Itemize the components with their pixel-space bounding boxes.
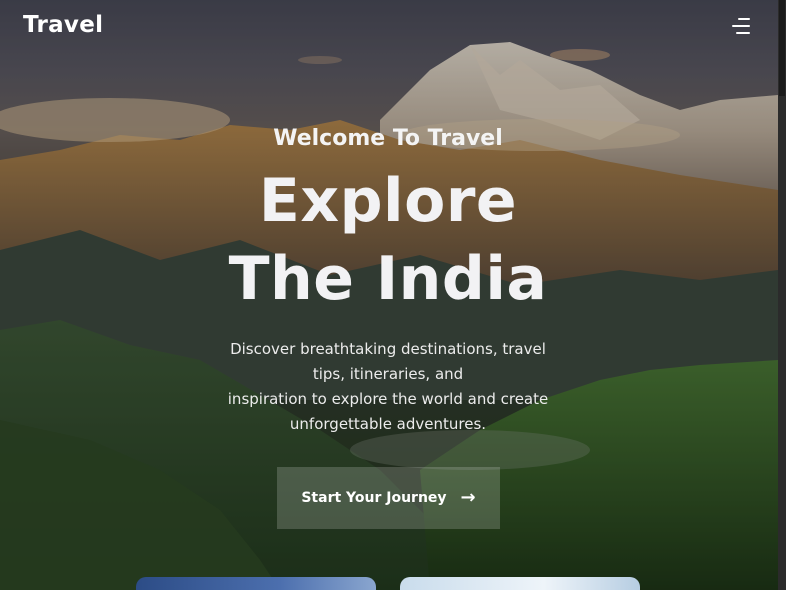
destination-card-preview[interactable] (400, 577, 640, 590)
scrollbar-thumb[interactable] (779, 0, 785, 96)
hero-description-line: tips, itineraries, and (312, 365, 464, 383)
start-journey-button[interactable]: Start Your Journey → (277, 467, 500, 529)
hero-description-line: inspiration to explore the world and cre… (227, 390, 549, 408)
menu-line-middle (732, 25, 750, 27)
start-journey-label: Start Your Journey (301, 490, 447, 506)
hero-welcome-text: Welcome To Travel (273, 126, 503, 151)
hero-headline-line-2: The India (228, 244, 548, 314)
menu-line-bottom (736, 32, 750, 34)
hero-headline-line-1: Explore (258, 166, 518, 236)
hero-description-line: Discover breathtaking destinations, trav… (230, 340, 546, 358)
arrow-right-icon: → (460, 487, 476, 508)
hero-description-line: unforgettable adventures. (289, 415, 487, 433)
menu-line-top (738, 18, 750, 20)
destination-card-preview[interactable] (136, 577, 376, 590)
page-scrollbar[interactable] (778, 0, 786, 590)
brand-logo[interactable]: Travel (23, 12, 103, 38)
hero-description: Discover breathtaking destinations, trav… (178, 337, 598, 437)
hamburger-menu-icon[interactable] (730, 16, 752, 36)
